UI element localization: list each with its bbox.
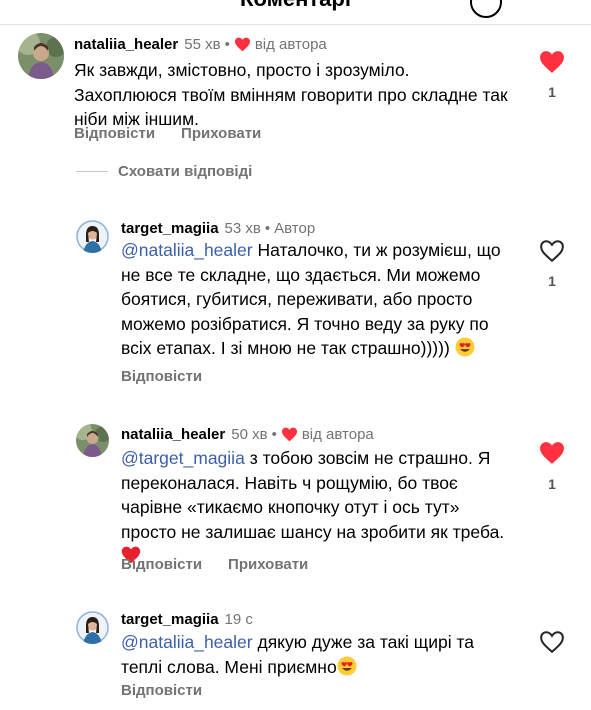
like-count: 1 xyxy=(548,84,556,100)
comments-header: Коментарі xyxy=(0,0,591,25)
like-heart-outline-icon[interactable] xyxy=(539,239,565,263)
avatar[interactable] xyxy=(76,424,109,457)
author-liked-heart-icon xyxy=(281,427,297,442)
like-heart-icon[interactable] xyxy=(539,441,565,465)
avatar[interactable] xyxy=(76,220,109,253)
hide-replies-label: Сховати відповіді xyxy=(118,163,253,180)
comment-actions: Відповісти Приховати xyxy=(121,556,308,573)
heart-eyes-emoji-icon xyxy=(455,337,475,357)
reply-button[interactable]: Відповісти xyxy=(121,368,202,385)
mention-link[interactable]: @nataliia_healer xyxy=(121,632,253,652)
timestamp: 55 хв xyxy=(184,36,221,53)
author-liked-heart-icon xyxy=(234,37,250,52)
author-like-label: від автора xyxy=(301,426,374,443)
username[interactable]: target_magiia xyxy=(121,611,219,628)
separator-dot: • xyxy=(264,220,271,237)
timestamp: 53 хв xyxy=(224,220,261,237)
avatar[interactable] xyxy=(76,611,109,644)
separator-dot: • xyxy=(224,36,230,53)
like-count: 1 xyxy=(548,273,556,289)
hide-replies-button[interactable]: Сховати відповіді xyxy=(76,163,252,180)
comment-actions: Відповісти Приховати xyxy=(74,125,261,142)
share-icon[interactable] xyxy=(470,0,502,18)
divider-line xyxy=(76,171,108,172)
reply-button[interactable]: Відповісти xyxy=(121,682,202,699)
mention-link[interactable]: @target_magiia xyxy=(121,448,245,468)
comment-text: @nataliia_healer дякую дуже за такі щирі… xyxy=(121,630,516,679)
comment-meta: target_magiia 19 с xyxy=(121,611,253,628)
reply-button[interactable]: Відповісти xyxy=(121,556,202,573)
comment-meta: nataliia_healer 50 хв • від автора xyxy=(121,426,374,443)
comment-meta: nataliia_healer 55 хв • від автора xyxy=(74,36,327,53)
header-title: Коментарі xyxy=(0,0,591,12)
hide-button[interactable]: Приховати xyxy=(181,125,261,142)
separator-dot: • xyxy=(271,426,277,443)
comment-text: @nataliia_healer Наталочко, ти ж розуміє… xyxy=(121,238,516,361)
heart-eyes-emoji-icon xyxy=(337,656,357,675)
avatar[interactable] xyxy=(18,33,64,79)
comment-body: Як завжди, змістовно, просто і зрозуміло… xyxy=(74,60,508,129)
timestamp: 19 с xyxy=(224,611,253,628)
author-like-label: від автора xyxy=(254,36,327,53)
comment-text: @target_magiia з тобою зовсім не страшно… xyxy=(121,446,513,569)
reply-button[interactable]: Відповісти xyxy=(74,125,155,142)
comment-actions: Відповісти xyxy=(121,368,202,385)
username[interactable]: nataliia_healer xyxy=(74,36,178,53)
comment-text: Як завжди, змістовно, просто і зрозуміло… xyxy=(74,58,514,132)
username[interactable]: target_magiia xyxy=(121,220,219,237)
comment-meta: target_magiia 53 хв • Автор xyxy=(121,220,315,237)
hide-button[interactable]: Приховати xyxy=(228,556,308,573)
like-heart-icon[interactable] xyxy=(539,50,565,74)
comment-actions: Відповісти xyxy=(121,682,202,699)
author-badge: Автор xyxy=(274,220,316,237)
like-count: 1 xyxy=(548,476,556,492)
like-heart-outline-icon[interactable] xyxy=(539,630,565,654)
mention-link[interactable]: @nataliia_healer xyxy=(121,240,253,260)
timestamp: 50 хв xyxy=(231,426,268,443)
username[interactable]: nataliia_healer xyxy=(121,426,225,443)
